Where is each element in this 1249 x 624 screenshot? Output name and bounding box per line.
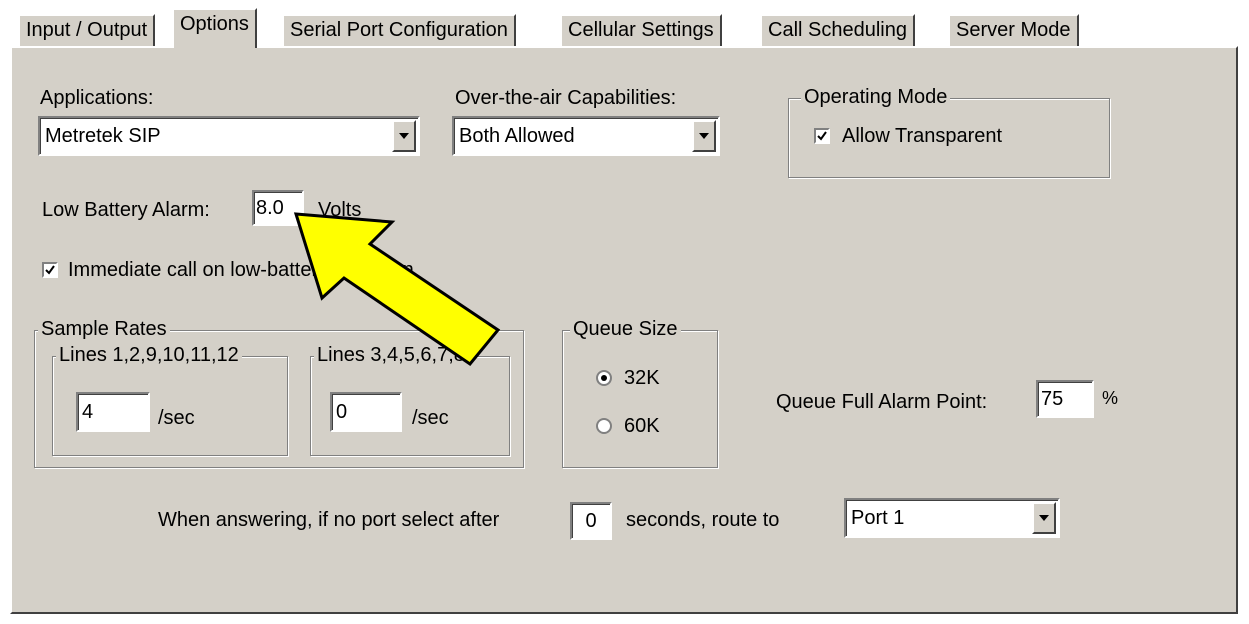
annotation-arrow-icon — [293, 212, 501, 367]
tab-options[interactable]: Options — [172, 8, 257, 48]
